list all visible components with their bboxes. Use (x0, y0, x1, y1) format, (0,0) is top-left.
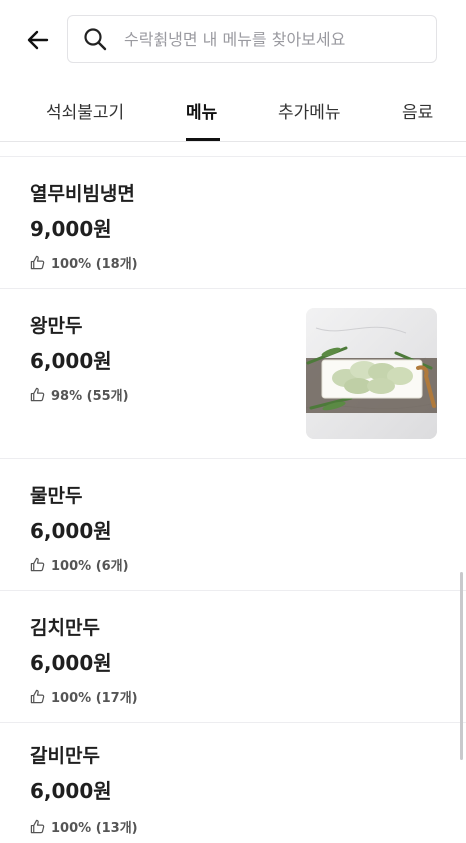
menu-screen: 석쇠불고기 메뉴 추가메뉴 음료 열무비빔냉면 9,000원 100% (18개… (0, 0, 466, 843)
search-box[interactable] (67, 15, 437, 63)
menu-item-price: 6,000원 (30, 651, 112, 675)
thumbs-up-icon (30, 819, 46, 835)
tab-bulgogi[interactable]: 석쇠불고기 (46, 98, 124, 123)
search-icon (82, 26, 108, 52)
category-tabs: 석쇠불고기 메뉴 추가메뉴 음료 (0, 78, 466, 142)
menu-item-rating: 100% (18개) (30, 253, 138, 272)
menu-item[interactable]: 열무비빔냉면 9,000원 100% (18개) (0, 156, 466, 288)
menu-list: 열무비빔냉면 9,000원 100% (18개) 왕만두 6,000원 98% … (0, 156, 466, 843)
thumbs-up-icon (30, 255, 46, 271)
menu-item-name: 열무비빔냉면 (30, 183, 135, 205)
menu-item-price: 6,000원 (30, 349, 112, 373)
thumbs-up-icon (30, 387, 46, 403)
menu-item-name: 갈비만두 (30, 745, 100, 767)
menu-item-name: 김치만두 (30, 617, 100, 639)
rating-text: 100% (13개) (51, 821, 138, 836)
tab-drinks[interactable]: 음료 (402, 98, 433, 123)
menu-item[interactable]: 김치만두 6,000원 100% (17개) (0, 590, 466, 722)
back-arrow-icon (27, 30, 49, 50)
back-button[interactable] (22, 24, 54, 56)
rating-text: 100% (6개) (51, 559, 129, 574)
menu-item-price: 6,000원 (30, 779, 112, 803)
rating-text: 100% (18개) (51, 257, 138, 272)
rating-text: 100% (17개) (51, 691, 138, 706)
menu-item-name: 왕만두 (30, 315, 83, 337)
menu-item-rating: 100% (13개) (30, 817, 138, 836)
header (0, 0, 466, 78)
menu-item[interactable]: 갈비만두 6,000원 100% (13개) (0, 722, 466, 843)
rating-text: 98% (55개) (51, 389, 129, 404)
menu-item[interactable]: 물만두 6,000원 100% (6개) (0, 458, 466, 590)
active-tab-indicator (186, 138, 220, 141)
menu-item-price: 6,000원 (30, 519, 112, 543)
thumbs-up-icon (30, 557, 46, 573)
menu-item[interactable]: 왕만두 6,000원 98% (55개) (0, 288, 466, 458)
tab-menu[interactable]: 메뉴 (186, 98, 217, 123)
menu-item-rating: 100% (17개) (30, 687, 138, 706)
search-input[interactable] (124, 29, 424, 49)
menu-item-price: 9,000원 (30, 217, 112, 241)
menu-item-name: 물만두 (30, 485, 83, 507)
tab-extra-menu[interactable]: 추가메뉴 (278, 98, 341, 123)
dumpling-photo (306, 308, 437, 439)
thumbs-up-icon (30, 689, 46, 705)
menu-item-rating: 100% (6개) (30, 555, 129, 574)
menu-item-rating: 98% (55개) (30, 385, 129, 404)
scrollbar[interactable] (460, 572, 463, 760)
